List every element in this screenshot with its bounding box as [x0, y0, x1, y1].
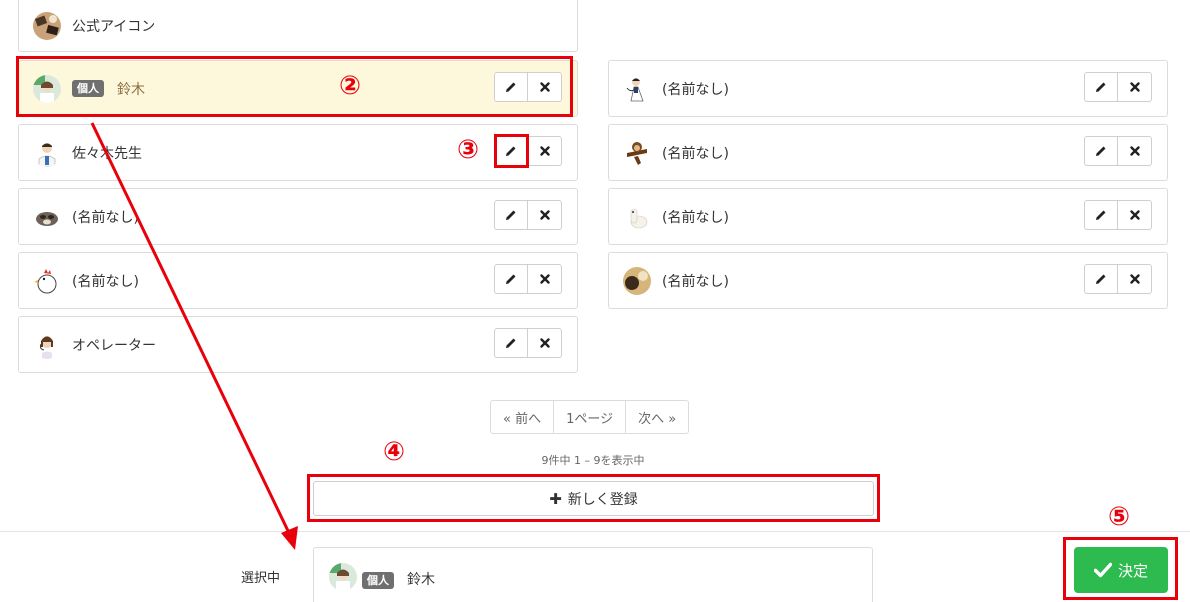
annotation-arrow — [90, 122, 298, 550]
